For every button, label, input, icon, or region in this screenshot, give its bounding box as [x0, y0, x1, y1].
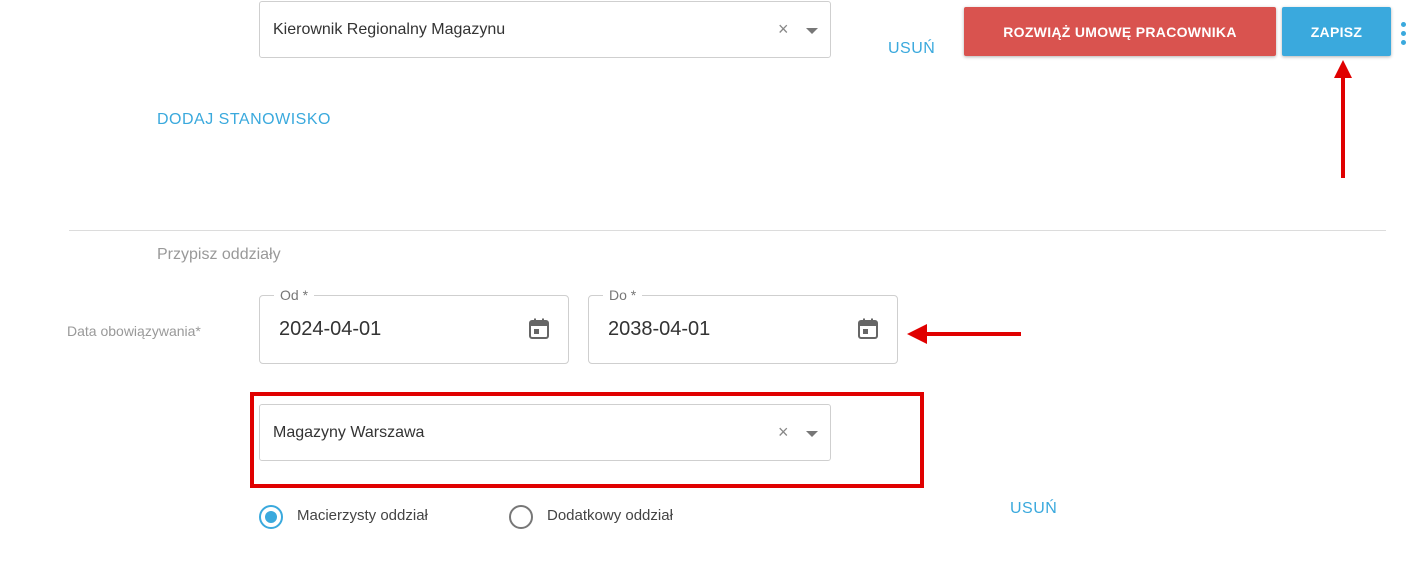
date-from-legend: Od * [274, 287, 315, 303]
section-divider [69, 230, 1386, 231]
save-button[interactable]: ZAPISZ [1282, 7, 1391, 56]
calendar-icon[interactable] [856, 317, 880, 341]
date-to-field[interactable]: Do * 2038-04-01 [588, 287, 898, 364]
chevron-down-icon[interactable] [806, 28, 818, 34]
clear-icon[interactable]: × [778, 20, 789, 38]
validity-label: Data obowiązywania* [67, 323, 201, 339]
annotation-arrow-up [1334, 60, 1352, 178]
annotation-arrow-left [907, 324, 1021, 344]
remove-branch-link[interactable]: USUŃ [1010, 500, 1057, 518]
more-options-icon[interactable] [1401, 22, 1406, 46]
terminate-contract-button[interactable]: ROZWIĄŻ UMOWĘ PRACOWNIKA [964, 7, 1276, 56]
radio-home-branch-label: Macierzysty oddział [297, 507, 428, 524]
date-to-legend: Do * [603, 287, 643, 303]
date-to-value: 2038-04-01 [608, 318, 711, 340]
add-position-link[interactable]: DODAJ STANOWISKO [157, 111, 331, 129]
radio-additional-branch-label: Dodatkowy oddział [547, 507, 673, 524]
remove-position-link[interactable]: USUŃ [888, 40, 935, 58]
radio-home-branch[interactable] [259, 505, 283, 529]
calendar-icon[interactable] [527, 317, 551, 341]
date-from-value: 2024-04-01 [279, 318, 382, 340]
date-from-field[interactable]: Od * 2024-04-01 [259, 287, 569, 364]
position-select[interactable]: Kierownik Regionalny Magazynu × [259, 1, 831, 58]
position-select-value: Kierownik Regionalny Magazynu [273, 20, 506, 38]
section-title: Przypisz oddziały [157, 246, 281, 263]
radio-additional-branch[interactable] [509, 505, 533, 529]
highlight-box [250, 392, 924, 488]
